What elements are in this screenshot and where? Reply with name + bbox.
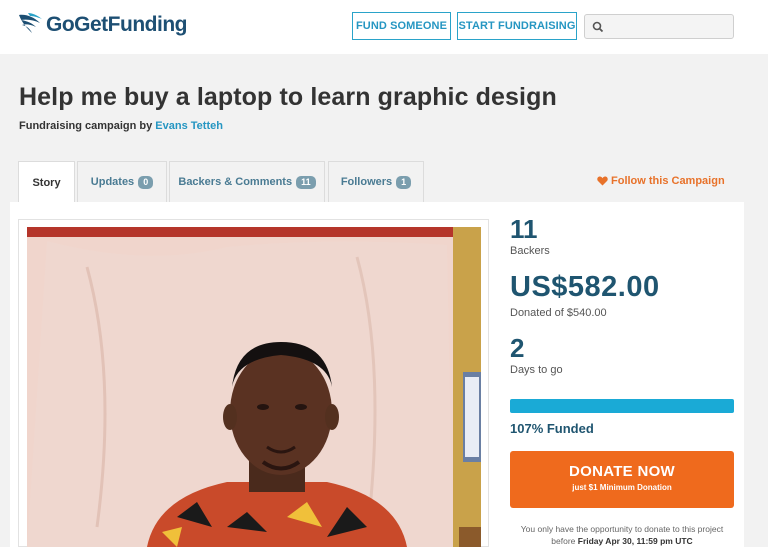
top-navigation-bar: GoGetFunding FUND SOMEONE START FUNDRAIS… [0, 0, 768, 54]
tab-updates-count-badge: 0 [138, 175, 154, 189]
tab-backers-count-badge: 11 [296, 175, 316, 189]
donate-now-label: DONATE NOW [568, 463, 676, 480]
tab-story[interactable]: Story [18, 161, 75, 203]
donate-minimum-label: just $1 Minimum Donation [572, 483, 672, 492]
funding-progress-bar [510, 399, 734, 413]
follow-campaign-link[interactable]: Follow this Campaign [597, 175, 725, 187]
campaign-photo-illustration [27, 227, 481, 547]
backers-label: Backers [510, 245, 550, 257]
campaign-byline: Fundraising campaign by Evans Tetteh [19, 120, 223, 132]
heart-icon [597, 176, 608, 186]
site-logo[interactable]: GoGetFunding [18, 8, 187, 38]
bird-wing-logo-icon [19, 13, 42, 33]
backers-count: 11 [510, 214, 538, 244]
tab-updates-label: Updates [90, 176, 135, 188]
deadline-notice: You only have the opportunity to donate … [510, 523, 734, 547]
donate-now-button[interactable]: DONATE NOW just $1 Minimum Donation [510, 451, 734, 508]
funding-progress-fill [510, 399, 734, 413]
search-icon [592, 21, 604, 33]
author-link[interactable]: Evans Tetteh [155, 120, 223, 132]
fund-someone-button[interactable]: FUND SOMEONE [352, 12, 451, 40]
tab-backers-label: Backers & Comments [178, 176, 293, 188]
deadline-date: Friday Apr 30, 11:59 pm UTC [577, 536, 693, 546]
amount-raised: US$582.00 [510, 271, 660, 303]
goal-label: Donated of $540.00 [510, 307, 607, 319]
tab-followers[interactable]: Followers 1 [328, 161, 424, 202]
follow-campaign-label: Follow this Campaign [611, 175, 725, 187]
search-input[interactable] [584, 14, 734, 39]
days-remaining: 2 [510, 333, 525, 363]
tab-followers-label: Followers [340, 176, 393, 188]
tab-followers-count-badge: 1 [396, 175, 412, 189]
funded-percentage: 107% Funded [510, 421, 594, 436]
start-fundraising-button[interactable]: START FUNDRAISING [457, 12, 577, 40]
tab-backers-comments[interactable]: Backers & Comments 11 [169, 161, 325, 202]
logo-text: GoGetFunding [46, 13, 187, 36]
byline-prefix: Fundraising campaign by [19, 120, 156, 132]
tab-updates[interactable]: Updates 0 [77, 161, 167, 202]
days-label: Days to go [510, 364, 563, 376]
tab-story-label: Story [32, 176, 61, 189]
campaign-photo [27, 227, 481, 547]
campaign-title: Help me buy a laptop to learn graphic de… [19, 83, 557, 111]
